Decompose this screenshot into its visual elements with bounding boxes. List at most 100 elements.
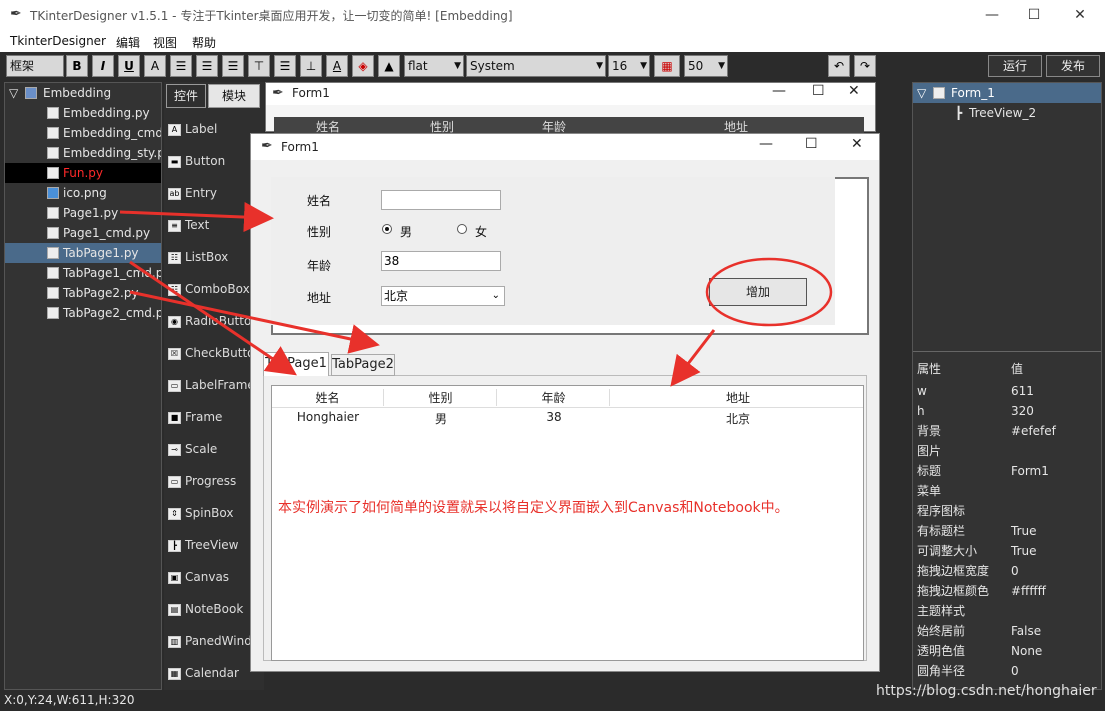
widget-item[interactable]: ⇕ SpinBox (168, 503, 260, 523)
add-button[interactable]: 增加 (709, 278, 807, 306)
table-row[interactable]: Honghaier 男 38 北京 (272, 410, 863, 428)
file-tree-item[interactable]: TabPage1.py (5, 243, 161, 263)
close-button[interactable]: ✕ (1060, 4, 1100, 26)
tab-controls[interactable]: 控件 (166, 84, 206, 108)
align-center-icon[interactable]: ☰ (196, 55, 218, 77)
property-row[interactable]: 透明色值 None (913, 641, 1101, 661)
widget-item[interactable]: ▣ Canvas (168, 567, 260, 587)
widget-item[interactable]: ■ Frame (168, 407, 260, 427)
property-row[interactable]: 程序图标 (913, 501, 1101, 521)
underline-button[interactable]: U (118, 55, 140, 77)
name-entry[interactable] (381, 190, 501, 210)
widget-item[interactable]: ▤ NoteBook (168, 599, 260, 619)
tree-root[interactable]: ▽ Embedding (5, 83, 161, 103)
menu-tkinterdesigner[interactable]: TkinterDesigner (10, 34, 106, 48)
run-button[interactable]: 运行 (988, 55, 1042, 77)
widget-item[interactable]: ▭ LabelFrame (168, 375, 260, 395)
undo-icon[interactable]: ↶ (828, 55, 850, 77)
redo-icon[interactable]: ↷ (854, 55, 876, 77)
widget-item[interactable]: A Label (168, 119, 260, 139)
grid-icon[interactable]: ▦ (654, 55, 680, 77)
maximize-icon[interactable]: ☐ (805, 136, 818, 152)
maximize-button[interactable]: ☐ (1014, 4, 1054, 26)
maximize-icon[interactable]: ☐ (812, 83, 825, 99)
align-right-icon[interactable]: ☰ (222, 55, 244, 77)
property-row[interactable]: 拖拽边框宽度 0 (913, 561, 1101, 581)
widget-item[interactable]: ┣ TreeView (168, 535, 260, 555)
property-row[interactable]: 菜单 (913, 481, 1101, 501)
align-left-icon[interactable]: ☰ (170, 55, 192, 77)
column-header[interactable]: 性别 (385, 389, 497, 406)
align-top-icon[interactable]: ⊤ (248, 55, 270, 77)
male-radio[interactable] (382, 224, 392, 234)
font-color-icon[interactable]: A (326, 55, 348, 77)
grid-size-select[interactable]: 50 ▼ (684, 55, 728, 77)
minimize-icon[interactable]: — (772, 83, 786, 99)
tab-tabpage1[interactable]: TabPage1 (263, 352, 329, 376)
property-row[interactable]: 背景 #efefef (913, 421, 1101, 441)
align-middle-icon[interactable]: ☰ (274, 55, 296, 77)
tab-modules[interactable]: 模块 (208, 84, 260, 108)
font-select[interactable]: System ▼ (466, 55, 606, 77)
align-bottom-icon[interactable]: ⊥ (300, 55, 322, 77)
property-row[interactable]: 有标题栏 True (913, 521, 1101, 541)
column-header[interactable]: 年龄 (498, 389, 610, 406)
file-tree-item[interactable]: TabPage1_cmd.p (5, 263, 161, 283)
object-tree-child[interactable]: ┣ TreeView_2 (913, 103, 1101, 123)
property-row[interactable]: 始终居前 False (913, 621, 1101, 641)
age-entry[interactable]: 38 (381, 251, 501, 271)
tab-tabpage2[interactable]: TabPage2 (331, 354, 395, 376)
text-style-button[interactable]: A (144, 55, 166, 77)
widget-item[interactable]: ▬ Button (168, 151, 260, 171)
female-radio[interactable] (457, 224, 467, 234)
file-tree-item[interactable]: Fun.py (5, 163, 161, 183)
close-icon[interactable]: ✕ (851, 136, 863, 152)
widget-item[interactable]: ▦ Calendar (168, 663, 260, 683)
font-size-select[interactable]: 16 ▼ (608, 55, 650, 77)
file-tree-item[interactable]: TabPage2_cmd.p (5, 303, 161, 323)
file-tree-item[interactable]: Page1_cmd.py (5, 223, 161, 243)
property-row[interactable]: w 611 (913, 381, 1101, 401)
back-form-window[interactable]: ✒ Form1 — ☐ ✕ 姓名 性别 年龄 地址 (265, 82, 876, 134)
property-row[interactable]: h 320 (913, 401, 1101, 421)
bold-button[interactable]: B (66, 55, 88, 77)
column-header[interactable]: 姓名 (272, 389, 384, 406)
menu-view[interactable]: 视图 (153, 34, 177, 51)
widget-item[interactable]: ☒ CheckButto (168, 343, 260, 363)
widget-item[interactable]: ≡ Text (168, 215, 260, 235)
frame-select[interactable]: 框架 (6, 55, 64, 77)
widget-item[interactable]: ◉ RadioButto (168, 311, 260, 331)
treeview-table[interactable]: 姓名 性别 年龄 地址 Honghaier 男 38 北京 本实例演示了如何简单… (271, 385, 864, 661)
file-tree-item[interactable]: TabPage2.py (5, 283, 161, 303)
property-row[interactable]: 拖拽边框颜色 #ffffff (913, 581, 1101, 601)
widget-item[interactable]: ▭ Progress (168, 471, 260, 491)
file-tree-item[interactable]: Embedding_cmd. (5, 123, 161, 143)
menu-edit[interactable]: 编辑 (116, 34, 140, 51)
widget-item[interactable]: ab Entry (168, 183, 260, 203)
property-row[interactable]: 图片 (913, 441, 1101, 461)
fill-color-icon[interactable]: ◈ (352, 55, 374, 77)
file-tree-item[interactable]: Embedding_sty.p (5, 143, 161, 163)
property-row[interactable]: 圆角半径 0 (913, 661, 1101, 681)
widget-item[interactable]: ☷ ComboBox (168, 279, 260, 299)
file-tree-item[interactable]: ico.png (5, 183, 161, 203)
property-row[interactable]: 标题 Form1 (913, 461, 1101, 481)
property-row[interactable]: 可调整大小 True (913, 541, 1101, 561)
front-form-window[interactable]: ✒ Form1 — ☐ ✕ 姓名 性别 男 女 年龄 38 地址 北京 ⌄ 增加… (250, 133, 880, 672)
minimize-icon[interactable]: — (759, 136, 773, 152)
menu-help[interactable]: 帮助 (192, 34, 216, 51)
image-icon[interactable]: ▲ (378, 55, 400, 77)
column-header[interactable]: 地址 (611, 389, 865, 406)
file-tree-item[interactable]: Embedding.py (5, 103, 161, 123)
file-tree-item[interactable]: Page1.py (5, 203, 161, 223)
relief-select[interactable]: flat ▼ (404, 55, 464, 77)
widget-item[interactable]: ☷ ListBox (168, 247, 260, 267)
address-combobox[interactable]: 北京 ⌄ (381, 286, 505, 306)
close-icon[interactable]: ✕ (848, 83, 860, 99)
object-tree-root[interactable]: ▽ Form_1 (913, 83, 1101, 103)
minimize-button[interactable]: — (972, 4, 1012, 26)
property-row[interactable]: 主题样式 (913, 601, 1101, 621)
publish-button[interactable]: 发布 (1046, 55, 1100, 77)
widget-item[interactable]: ⊸ Scale (168, 439, 260, 459)
widget-item[interactable]: ▥ PanedWind (168, 631, 260, 651)
